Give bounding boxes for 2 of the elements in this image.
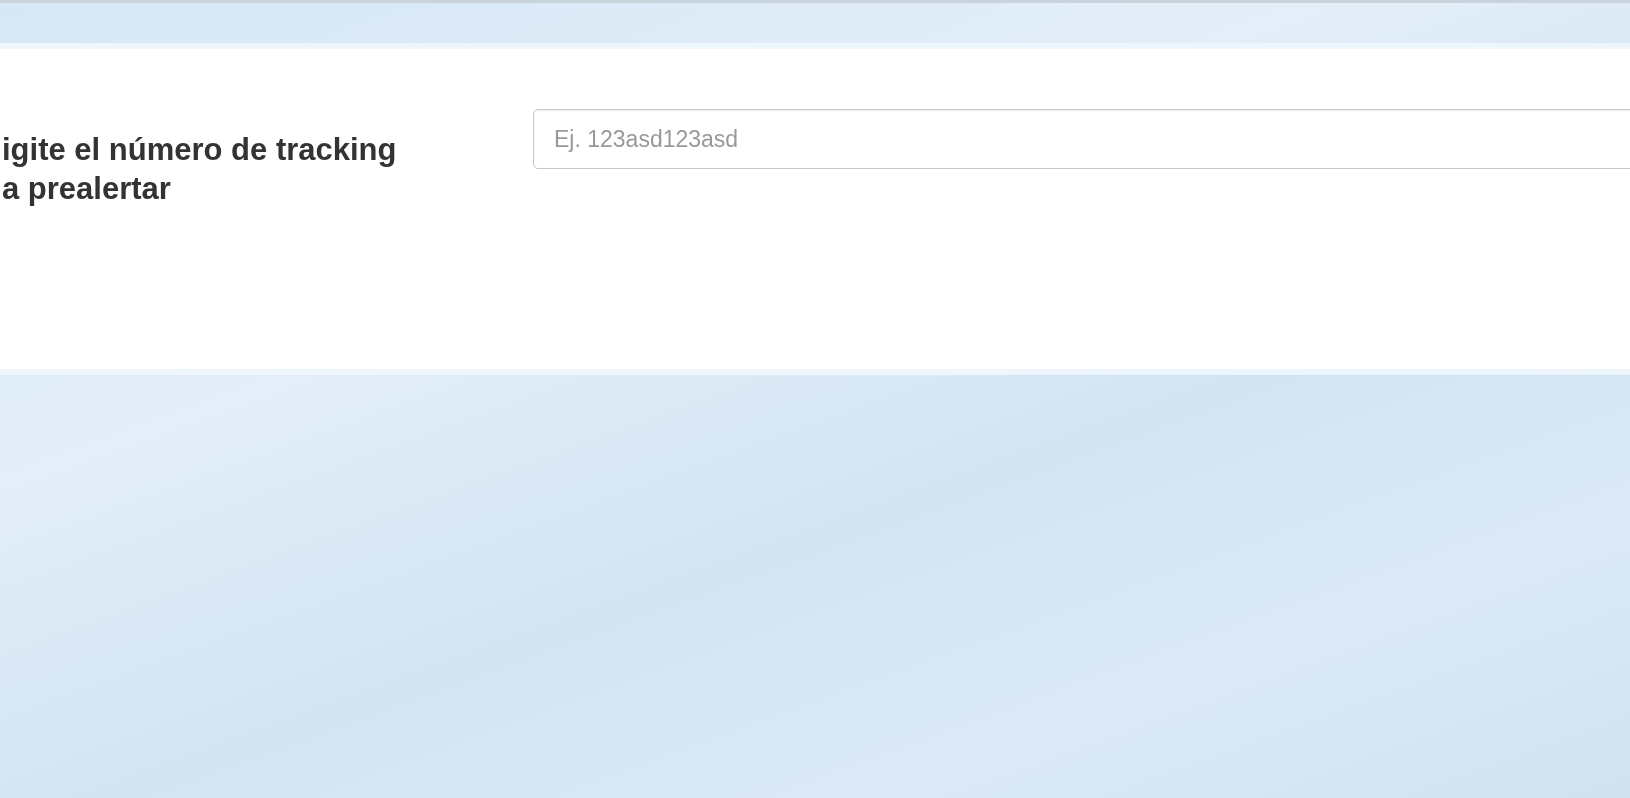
tracking-input-field[interactable]: Ej. 123asd123asd <box>533 109 1630 169</box>
tracking-label: igite el número de tracking a prealertar <box>2 131 398 208</box>
